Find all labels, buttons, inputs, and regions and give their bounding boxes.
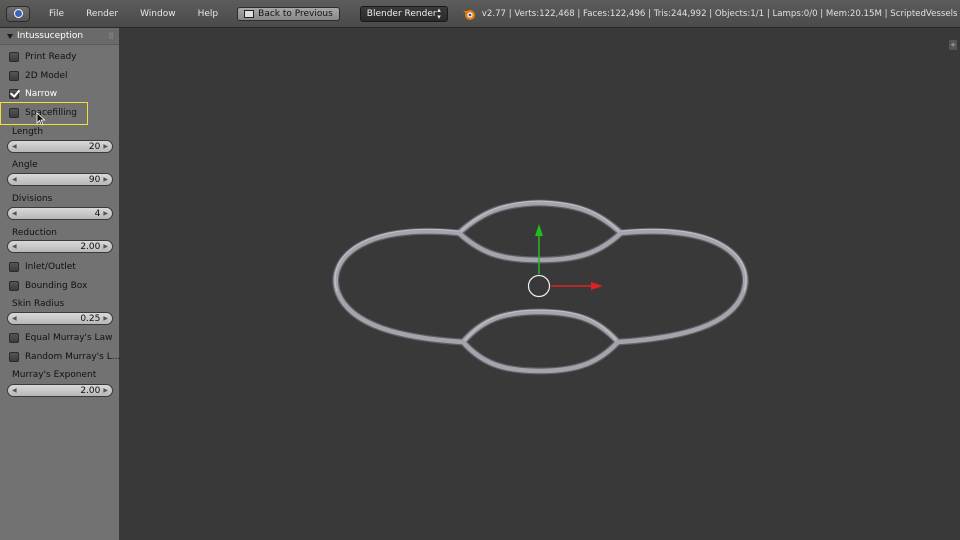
back-to-previous-label: Back to Previous: [258, 8, 333, 19]
increment-arrow-icon[interactable]: ▶: [103, 387, 108, 394]
murray-exponent-field[interactable]: ◀ 2.00 ▶: [7, 384, 113, 397]
checkbox-box[interactable]: [9, 71, 19, 81]
inlet-outlet-checkbox[interactable]: Inlet/Outlet: [9, 261, 76, 273]
murray-exponent-label: Murray's Exponent: [12, 370, 97, 380]
viewport-scene: [332, 199, 749, 375]
checkbox-box[interactable]: [9, 352, 19, 362]
print-ready-checkbox[interactable]: Print Ready: [9, 51, 77, 63]
checkbox-box[interactable]: [9, 262, 19, 272]
decrement-arrow-icon[interactable]: ◀: [12, 210, 17, 217]
checkbox-box[interactable]: [9, 333, 19, 343]
skin-radius-field[interactable]: ◀ 0.25 ▶: [7, 312, 113, 325]
properties-toggle-icon[interactable]: +: [949, 40, 957, 50]
tool-shelf-panel: Intussuception ⠿ Print Ready 2D Model Na…: [0, 28, 120, 540]
collapse-triangle-icon: [7, 33, 13, 39]
info-header: File Render Window Help Back to Previous…: [0, 0, 960, 28]
reduction-value: 2.00: [80, 241, 101, 252]
angle-label: Angle: [12, 160, 38, 170]
spacefilling-label: Spacefilling: [25, 108, 78, 118]
length-field[interactable]: ◀ 20 ▶: [7, 140, 113, 153]
menu-help[interactable]: Help: [187, 9, 230, 19]
random-murray-checkbox[interactable]: Random Murray's L...: [9, 351, 120, 363]
info-icon: [13, 9, 23, 18]
divisions-label: Divisions: [12, 194, 53, 204]
menu-file[interactable]: File: [38, 9, 75, 19]
blender-logo-icon: [462, 9, 475, 20]
screen-back-icon: [244, 9, 255, 18]
panel-header-intussuception[interactable]: Intussuception ⠿: [0, 28, 119, 45]
equal-murray-checkbox[interactable]: Equal Murray's Law: [9, 332, 112, 344]
menu-window[interactable]: Window: [129, 9, 187, 19]
editor-type-button[interactable]: [6, 5, 30, 22]
random-murray-label: Random Murray's L...: [25, 352, 121, 362]
render-engine-select[interactable]: Blender Render ▴ ▾: [359, 5, 448, 22]
decrement-arrow-icon[interactable]: ◀: [12, 176, 17, 183]
gizmo-center-circle[interactable]: [527, 274, 551, 298]
reduction-field[interactable]: ◀ 2.00 ▶: [7, 240, 113, 253]
3d-viewport[interactable]: +: [121, 28, 960, 540]
narrow-label: Narrow: [25, 89, 58, 99]
checkbox-box[interactable]: [9, 89, 19, 99]
divisions-field[interactable]: ◀ 4 ▶: [7, 207, 113, 220]
checkbox-box[interactable]: [9, 108, 19, 118]
increment-arrow-icon[interactable]: ▶: [103, 315, 108, 322]
2d-model-label: 2D Model: [25, 71, 68, 81]
render-engine-value: Blender Render: [366, 8, 437, 19]
decrement-arrow-icon[interactable]: ◀: [12, 143, 17, 150]
angle-field[interactable]: ◀ 90 ▶: [7, 173, 113, 186]
print-ready-label: Print Ready: [25, 52, 77, 62]
length-label: Length: [12, 127, 44, 137]
back-to-previous-button[interactable]: Back to Previous: [237, 6, 340, 21]
inlet-outlet-label: Inlet/Outlet: [25, 262, 76, 272]
narrow-checkbox[interactable]: Narrow: [9, 88, 57, 100]
vessel-mesh: [332, 199, 749, 375]
checkbox-box[interactable]: [9, 52, 19, 62]
increment-arrow-icon[interactable]: ▶: [103, 143, 108, 150]
increment-arrow-icon[interactable]: ▶: [103, 243, 108, 250]
angle-value: 90: [88, 174, 101, 185]
panel-title-label: Intussuception: [17, 31, 84, 41]
increment-arrow-icon[interactable]: ▶: [103, 176, 108, 183]
menu-render[interactable]: Render: [75, 9, 129, 19]
murray-exponent-value: 2.00: [80, 385, 101, 396]
length-value: 20: [88, 141, 101, 152]
gizmo-x-arrowhead[interactable]: [591, 282, 603, 290]
decrement-arrow-icon[interactable]: ◀: [12, 315, 17, 322]
equal-murray-label: Equal Murray's Law: [25, 333, 113, 343]
updown-arrows-icon: ▴ ▾: [437, 5, 441, 21]
gizmo-y-arrowhead[interactable]: [535, 224, 543, 236]
2d-model-checkbox[interactable]: 2D Model: [9, 70, 68, 82]
mouse-cursor-icon: [36, 112, 46, 126]
skin-radius-value: 0.25: [80, 313, 101, 324]
increment-arrow-icon[interactable]: ▶: [103, 210, 108, 217]
scene-statistics: v2.77 | Verts:122,468 | Faces:122,496 | …: [481, 8, 958, 19]
decrement-arrow-icon[interactable]: ◀: [12, 387, 17, 394]
reduction-label: Reduction: [12, 228, 57, 238]
divisions-value: 4: [94, 208, 101, 219]
panel-title: Intussuception: [7, 31, 83, 41]
drag-grip-icon[interactable]: ⠿: [108, 32, 114, 41]
bounding-box-label: Bounding Box: [25, 281, 88, 291]
decrement-arrow-icon[interactable]: ◀: [12, 243, 17, 250]
bounding-box-checkbox[interactable]: Bounding Box: [9, 280, 87, 292]
skin-radius-label: Skin Radius: [12, 299, 65, 309]
checkbox-box[interactable]: [9, 281, 19, 291]
